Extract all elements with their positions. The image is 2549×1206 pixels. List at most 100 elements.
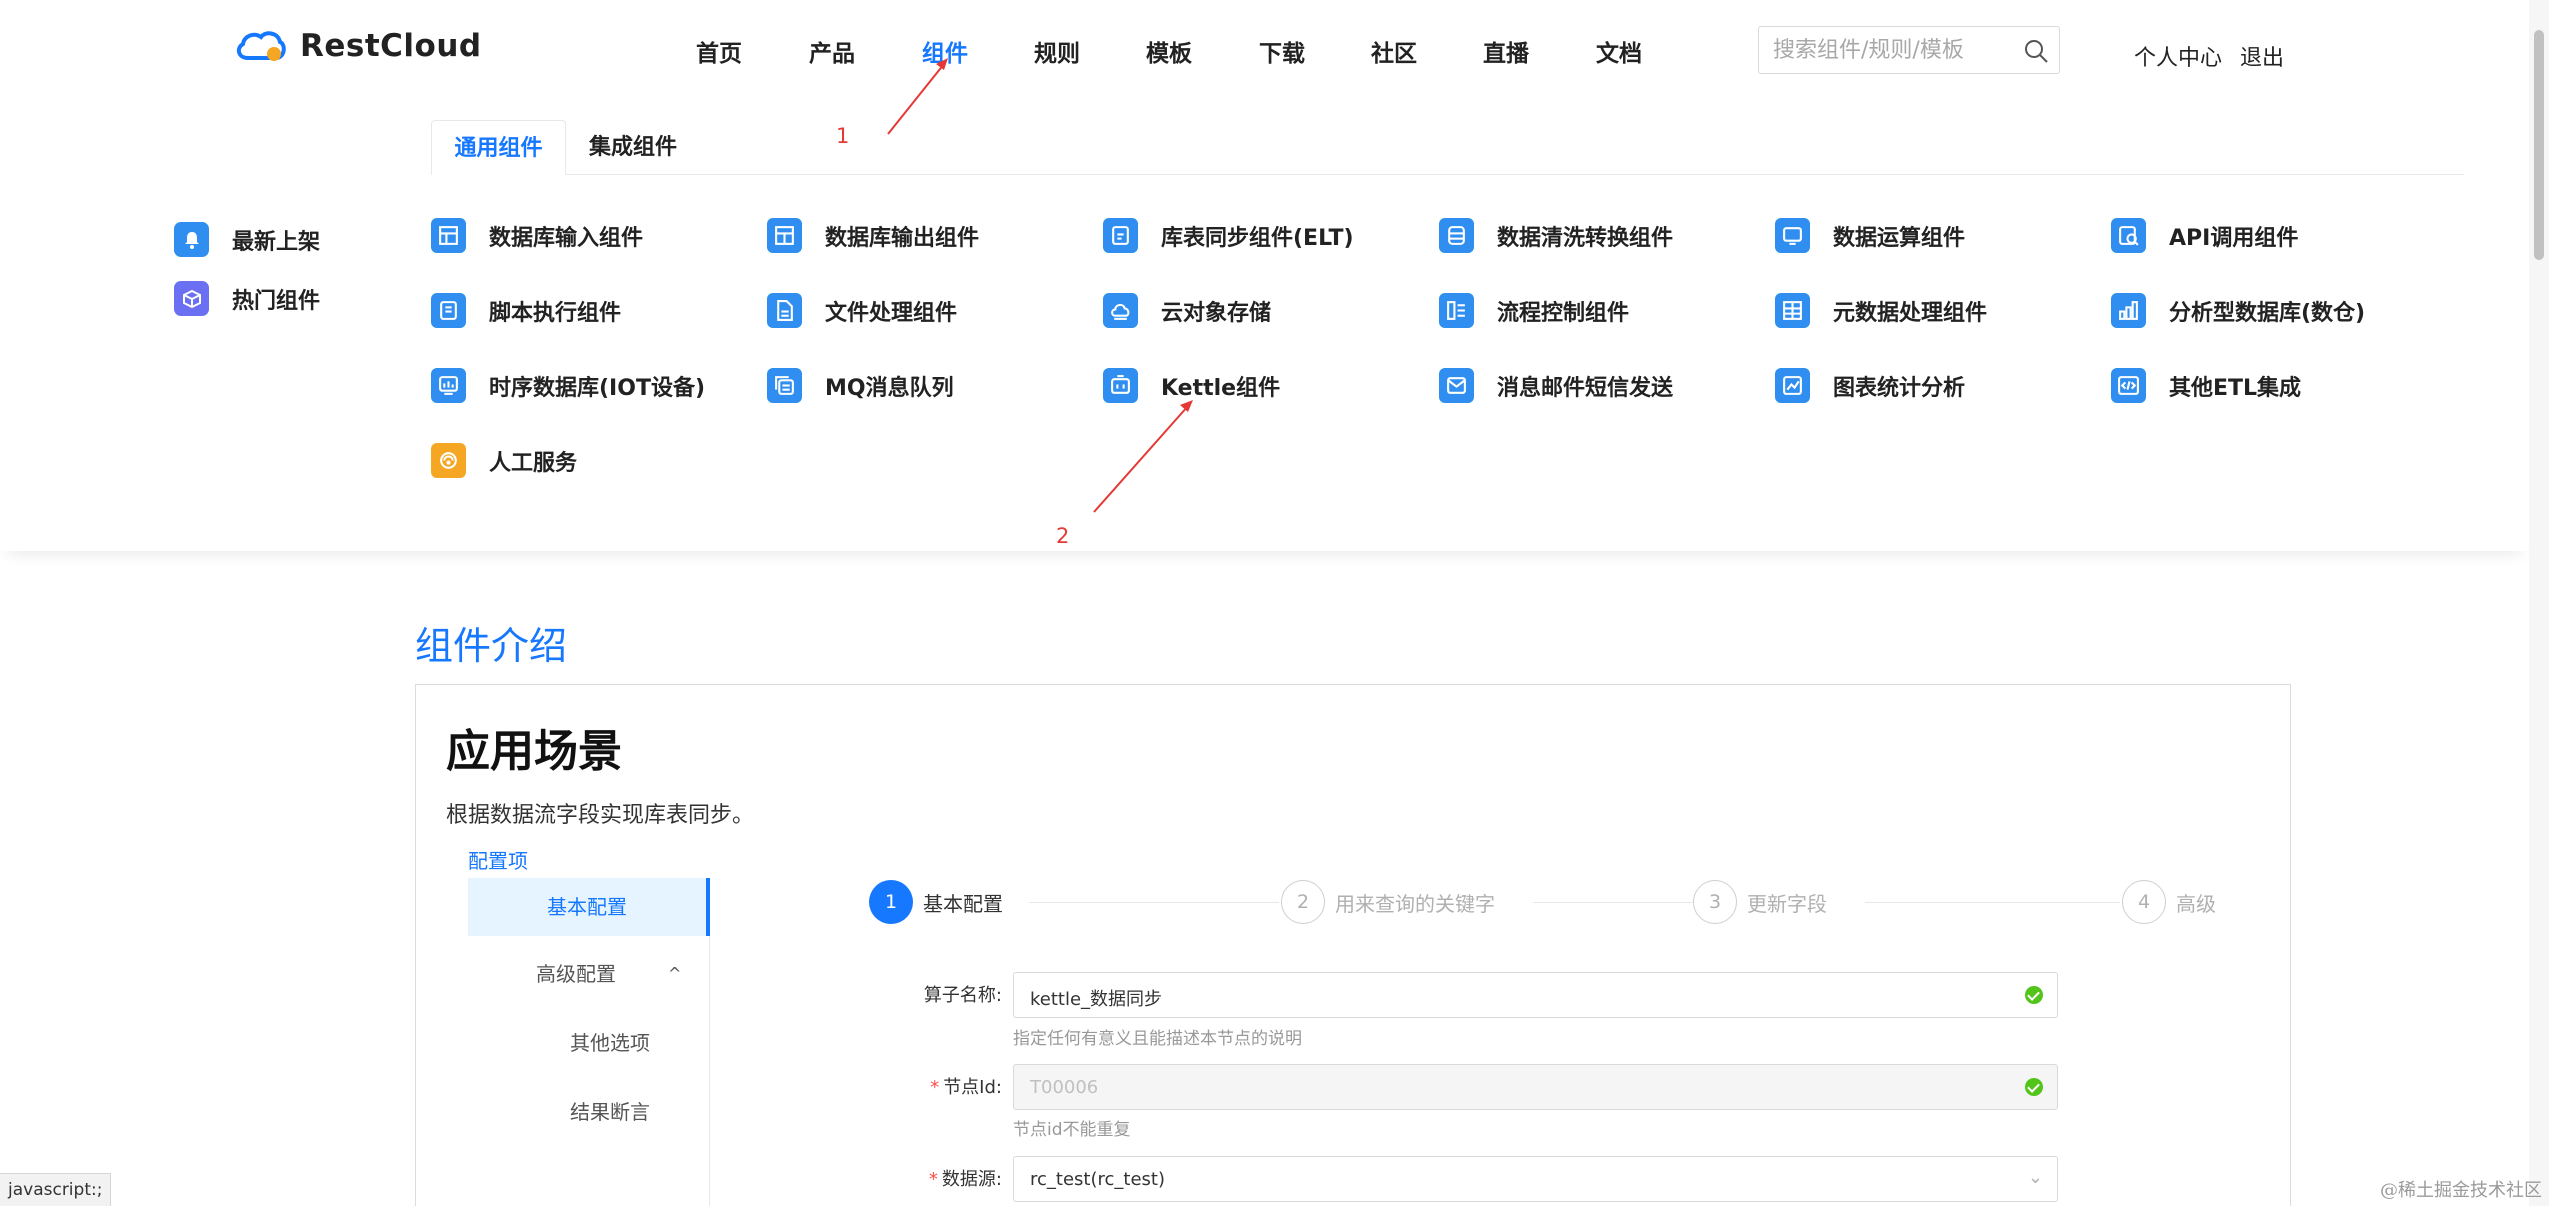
nav-templates[interactable]: 模板 (1146, 34, 1192, 68)
component-cloud-storage[interactable]: 云对象存储 (1103, 293, 1271, 328)
side-item-popular[interactable]: 热门组件 (174, 281, 320, 316)
component-message-send[interactable]: 消息邮件短信发送 (1439, 368, 1673, 403)
check-circle-icon (2025, 1078, 2043, 1096)
step-label: 用来查询的关键字 (1335, 891, 1495, 916)
step-connector (1029, 902, 1279, 903)
step-2[interactable]: 2 用来查询的关键字 (1281, 880, 1495, 924)
component-metadata[interactable]: 元数据处理组件 (1775, 293, 1987, 328)
component-table-sync[interactable]: 库表同步组件(ELT) (1103, 218, 1354, 253)
component-label: 数据库输出组件 (825, 225, 980, 251)
script-icon (431, 293, 466, 328)
search-icon[interactable] (2023, 38, 2049, 64)
nav-products[interactable]: 产品 (809, 34, 855, 68)
component-data-compute[interactable]: 数据运算组件 (1775, 218, 1965, 253)
database-icon (1439, 218, 1474, 253)
component-manual-service[interactable]: 人工服务 (431, 443, 577, 478)
step-3[interactable]: 3 更新字段 (1693, 880, 1827, 924)
component-file-processing[interactable]: 文件处理组件 (767, 293, 957, 328)
config-menu-assert[interactable]: 结果断言 (468, 1083, 710, 1141)
grid-icon (1775, 293, 1810, 328)
user-center-link[interactable]: 个人中心 (2134, 40, 2222, 72)
line-chart-icon (1775, 368, 1810, 403)
component-label: 图表统计分析 (1833, 375, 1966, 401)
component-timeseries-db[interactable]: 时序数据库(IOT设备) (431, 368, 705, 403)
node-id-value: T00006 (1030, 1077, 1099, 1098)
status-bar-url: javascript:; (0, 1173, 112, 1206)
check-circle-icon (2025, 986, 2043, 1004)
data-source-value: rc_test(rc_test) (1030, 1169, 1165, 1190)
card-title: 应用场景 (446, 726, 622, 777)
top-header: RestCloud 首页 产品 组件 规则 模板 下载 社区 直播 文档 个人中… (0, 0, 2549, 86)
monitor-icon (431, 368, 466, 403)
component-label: 分析型数据库(数仓) (2169, 300, 2366, 326)
component-chart-analysis[interactable]: 图表统计分析 (1775, 368, 1965, 403)
annotation-number-2: 2 (1056, 524, 1070, 548)
component-other-etl[interactable]: 其他ETL集成 (2111, 368, 2301, 403)
side-item-newest[interactable]: 最新上架 (174, 222, 320, 257)
operator-name-value: kettle_数据同步 (1030, 989, 1163, 1010)
nav-live[interactable]: 直播 (1483, 34, 1529, 68)
table-icon (431, 218, 466, 253)
queue-icon (767, 368, 802, 403)
step-4[interactable]: 4 高级 (2122, 880, 2216, 924)
nav-docs[interactable]: 文档 (1596, 34, 1642, 68)
component-analytic-db[interactable]: 分析型数据库(数仓) (2111, 293, 2365, 328)
config-menu-label: 高级配置 (536, 962, 616, 986)
mail-icon (1439, 368, 1474, 403)
side-item-label: 热门组件 (232, 288, 321, 314)
node-id-label: * 节点Id: (930, 1077, 1002, 1098)
component-label: 流程控制组件 (1497, 300, 1630, 326)
node-id-help: 节点id不能重复 (1013, 1120, 1131, 1140)
component-script-exec[interactable]: 脚本执行组件 (431, 293, 621, 328)
config-menu: 基本配置 高级配置 ^ 其他选项 结果断言 (468, 878, 710, 1206)
step-1[interactable]: 1 基本配置 (869, 880, 1003, 924)
section-title: 组件介绍 (415, 624, 568, 668)
logout-link[interactable]: 退出 (2240, 40, 2284, 72)
nav-community[interactable]: 社区 (1371, 34, 1417, 68)
component-kettle[interactable]: Kettle组件 (1103, 368, 1280, 403)
config-menu-advanced[interactable]: 高级配置 ^ (468, 945, 710, 1003)
tab-integration-components[interactable]: 集成组件 (589, 120, 677, 175)
card-description: 根据数据流字段实现库表同步。 (446, 803, 755, 828)
component-db-output[interactable]: 数据库输出组件 (767, 218, 979, 253)
config-menu-label: 结果断言 (570, 1100, 650, 1124)
search-input[interactable] (1773, 35, 2013, 65)
data-source-label: * 数据源: (928, 1169, 1002, 1190)
step-label: 高级 (2176, 891, 2216, 916)
node-id-field[interactable]: T00006 (1013, 1064, 2058, 1110)
operator-name-field[interactable]: kettle_数据同步 (1013, 972, 2058, 1018)
brand-name: RestCloud (300, 28, 482, 64)
kettle-icon (1103, 368, 1138, 403)
bar-chart-icon (2111, 293, 2146, 328)
config-label: 配置项 (468, 849, 528, 873)
component-label: API调用组件 (2169, 225, 2299, 251)
page-scrollbar[interactable] (2529, 0, 2549, 1206)
nav-components[interactable]: 组件 (922, 34, 968, 68)
component-label: 文件处理组件 (825, 300, 958, 326)
component-label: 数据库输入组件 (489, 225, 644, 251)
scrollbar-thumb[interactable] (2534, 30, 2544, 260)
tab-general-components[interactable]: 通用组件 (431, 120, 566, 175)
component-mq[interactable]: MQ消息队列 (767, 368, 954, 403)
component-flow-control[interactable]: 流程控制组件 (1439, 293, 1629, 328)
component-api-call[interactable]: API调用组件 (2111, 218, 2298, 253)
step-connector (1533, 902, 1703, 903)
data-source-select[interactable]: rc_test(rc_test) ⌄ (1013, 1156, 2058, 1202)
required-mark: * (928, 1169, 938, 1190)
config-steps: 1 基本配置 2 用来查询的关键字 3 更新字段 4 高级 (869, 880, 2229, 930)
component-data-cleaning[interactable]: 数据清洗转换组件 (1439, 218, 1673, 253)
config-menu-other[interactable]: 其他选项 (468, 1014, 710, 1072)
component-label: 消息邮件短信发送 (1497, 375, 1674, 401)
nav-home[interactable]: 首页 (696, 34, 742, 68)
component-label: 库表同步组件(ELT) (1161, 225, 1354, 251)
step-number: 3 (1693, 880, 1737, 924)
component-db-input[interactable]: 数据库输入组件 (431, 218, 643, 253)
brand-logo[interactable]: RestCloud (234, 28, 482, 64)
nav-download[interactable]: 下载 (1259, 34, 1305, 68)
code-icon (2111, 368, 2146, 403)
chevron-down-icon: ⌄ (2027, 1167, 2043, 1188)
cloud-logo-icon (236, 31, 286, 61)
search-box (1758, 26, 2060, 74)
config-menu-basic[interactable]: 基本配置 (468, 878, 710, 936)
nav-rules[interactable]: 规则 (1034, 34, 1080, 68)
